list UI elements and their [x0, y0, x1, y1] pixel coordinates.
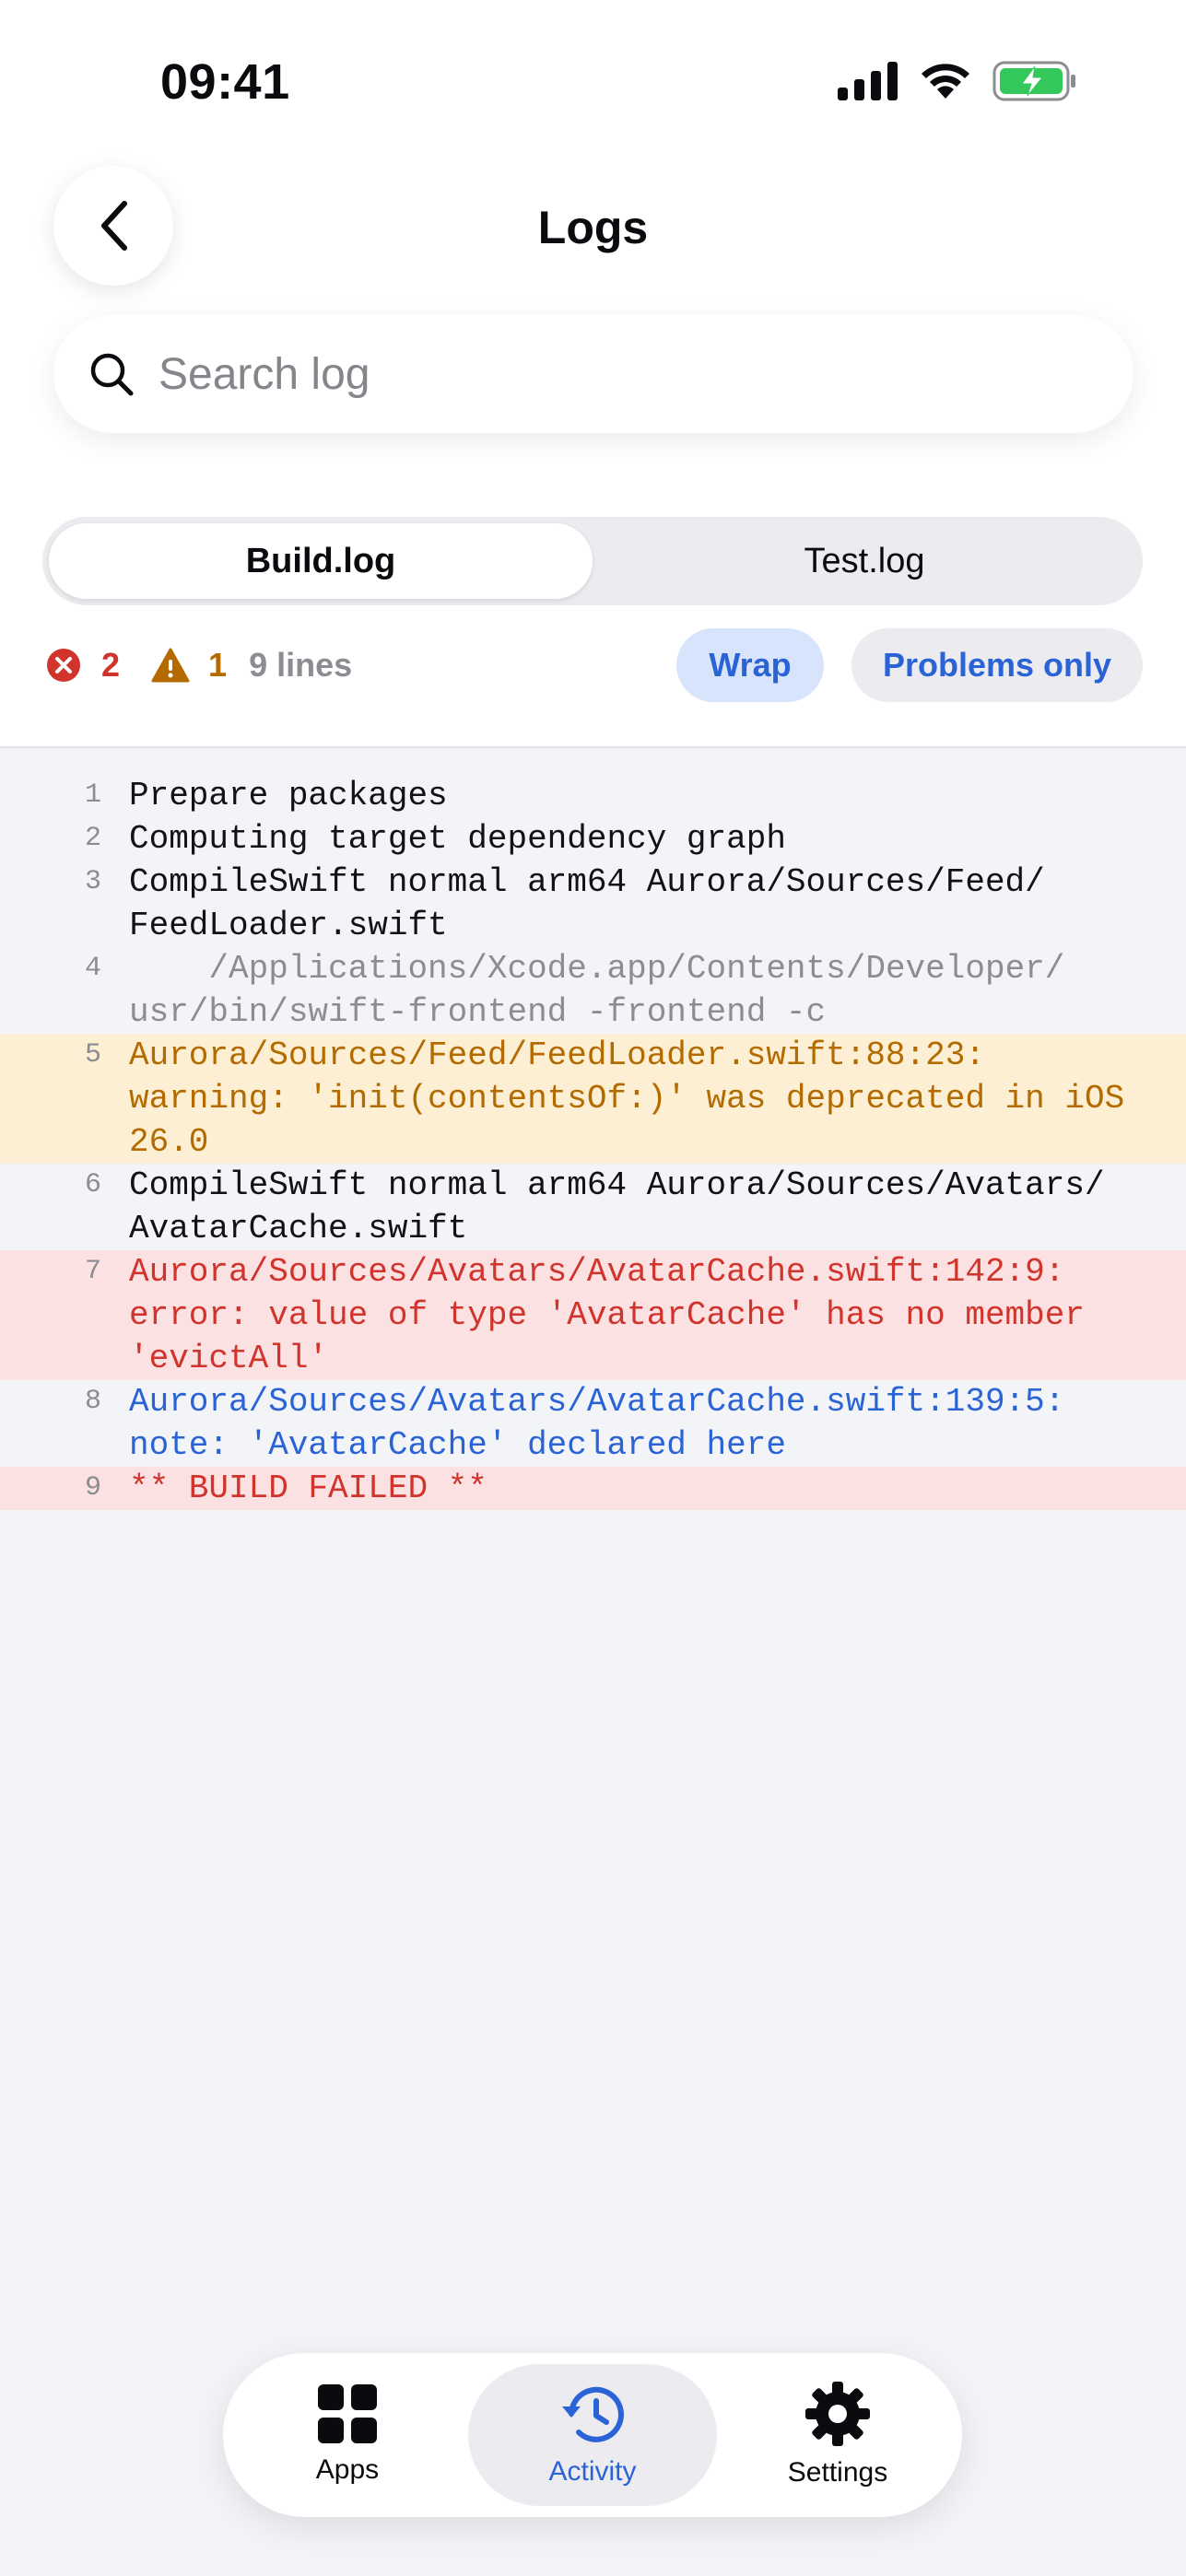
search-input[interactable]: [159, 348, 1080, 400]
wifi-icon: [922, 64, 969, 99]
wrap-toggle[interactable]: Wrap: [676, 628, 824, 702]
search-bar[interactable]: [53, 315, 1133, 433]
grid-icon: [318, 2384, 377, 2443]
status-bar: 09:41: [0, 0, 1186, 138]
search-icon: [90, 353, 134, 396]
line-number: 3: [84, 866, 101, 897]
line-number: 7: [84, 1256, 101, 1287]
tab-settings[interactable]: Settings: [713, 2364, 962, 2506]
status-time: 09:41: [160, 54, 290, 110]
line-number: 8: [84, 1386, 101, 1417]
line-number: 4: [84, 953, 101, 984]
line-number: 6: [84, 1169, 101, 1200]
tab-bar: Apps Activity Settings: [223, 2353, 962, 2517]
error-count: 2: [101, 646, 121, 684]
log-line: 4 /Applications/Xcode.app/Contents/Devel…: [0, 947, 1186, 1034]
line-count: 9 lines: [249, 646, 353, 684]
log-line-warning: 5 Aurora/Sources/Feed/FeedLoader.swift:8…: [0, 1034, 1186, 1164]
tab-activity[interactable]: Activity: [468, 2364, 717, 2506]
gear-icon: [805, 2382, 870, 2446]
tab-apps[interactable]: Apps: [223, 2364, 472, 2506]
tab-label: Settings: [787, 2457, 888, 2488]
history-icon: [562, 2386, 624, 2442]
status-icons: [838, 61, 1077, 101]
log-line-error: 7 Aurora/Sources/Avatars/AvatarCache.swi…: [0, 1250, 1186, 1380]
log-line: 3 CompileSwift normal arm64 Aurora/Sourc…: [0, 861, 1186, 947]
line-text: Prepare packages: [129, 777, 448, 814]
tab-label: Activity: [548, 2456, 637, 2487]
line-text: Aurora/Sources/Avatars/AvatarCache.swift…: [129, 1253, 1085, 1377]
log-line: 6 CompileSwift normal arm64 Aurora/Sourc…: [0, 1164, 1186, 1250]
line-number: 1: [84, 779, 101, 811]
line-number: 2: [84, 823, 101, 854]
log-lines: 1 Prepare packages 2 Computing target de…: [0, 774, 1186, 1510]
log-line: 2 Computing target dependency graph: [0, 817, 1186, 861]
log-line: 1 Prepare packages: [0, 774, 1186, 817]
line-text: CompileSwift normal arm64 Aurora/Sources…: [129, 863, 1045, 944]
line-number: 5: [84, 1039, 101, 1071]
line-text: ** BUILD FAILED **: [129, 1469, 487, 1507]
log-line-note: 8 Aurora/Sources/Avatars/AvatarCache.swi…: [0, 1380, 1186, 1467]
line-text: Aurora/Sources/Avatars/AvatarCache.swift…: [129, 1383, 1065, 1464]
log-summary: 2 1 9 lines: [46, 628, 352, 702]
tab-build-log[interactable]: Build.log: [49, 523, 593, 599]
tab-label: Apps: [315, 2454, 380, 2485]
line-number: 9: [84, 1472, 101, 1504]
line-text: CompileSwift normal arm64 Aurora/Sources…: [129, 1166, 1105, 1247]
cellular-signal-icon: [838, 62, 898, 100]
log-viewer[interactable]: 1 Prepare packages 2 Computing target de…: [0, 748, 1186, 2576]
log-line-error: 9 ** BUILD FAILED **: [0, 1467, 1186, 1510]
warning-count: 1: [208, 646, 228, 684]
line-text: Computing target dependency graph: [129, 820, 786, 858]
log-file-tabs: Build.log Test.log: [42, 517, 1143, 605]
error-icon: [47, 649, 80, 682]
line-text: /Applications/Xcode.app/Contents/Develop…: [129, 950, 1065, 1031]
tab-test-log[interactable]: Test.log: [593, 523, 1136, 599]
problems-only-toggle[interactable]: Problems only: [851, 628, 1143, 702]
page-title: Logs: [537, 202, 649, 253]
battery-charging-icon: [992, 61, 1075, 101]
line-text: Aurora/Sources/Feed/FeedLoader.swift:88:…: [129, 1036, 1125, 1161]
warning-icon: [151, 648, 190, 683]
